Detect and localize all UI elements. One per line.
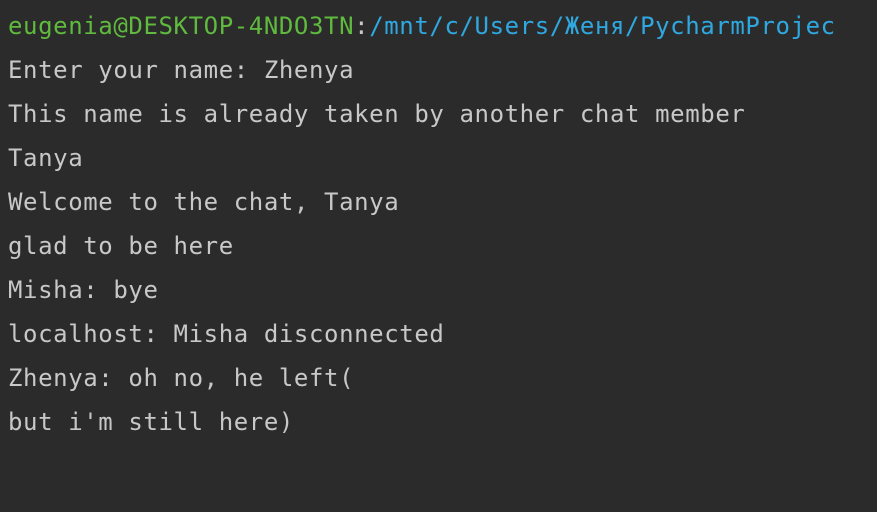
output-line-input-name: Tanya (8, 144, 84, 172)
prompt-path: /mnt/c/Users/Женя/PycharmProjec (369, 12, 836, 40)
prompt-user-host: eugenia@DESKTOP-4NDO3TN (8, 12, 355, 40)
output-line-message: Zhenya: oh no, he left( (8, 364, 355, 392)
terminal-window[interactable]: eugenia@DESKTOP-4NDO3TN:/mnt/c/Users/Жен… (0, 0, 877, 512)
prompt-separator: : (354, 12, 370, 40)
output-line-welcome: Welcome to the chat, Tanya (8, 188, 400, 216)
output-line-name-prompt: Enter your name: Zhenya (8, 56, 355, 84)
output-line-message: Misha: bye (8, 276, 159, 304)
output-line-name-taken: This name is already taken by another ch… (8, 100, 746, 128)
shell-prompt-line: eugenia@DESKTOP-4NDO3TN:/mnt/c/Users/Жен… (8, 4, 877, 48)
output-line-input: but i'm still here) (8, 408, 294, 436)
output-line-message: glad to be here (8, 232, 234, 260)
output-line-system: localhost: Misha disconnected (8, 320, 445, 348)
